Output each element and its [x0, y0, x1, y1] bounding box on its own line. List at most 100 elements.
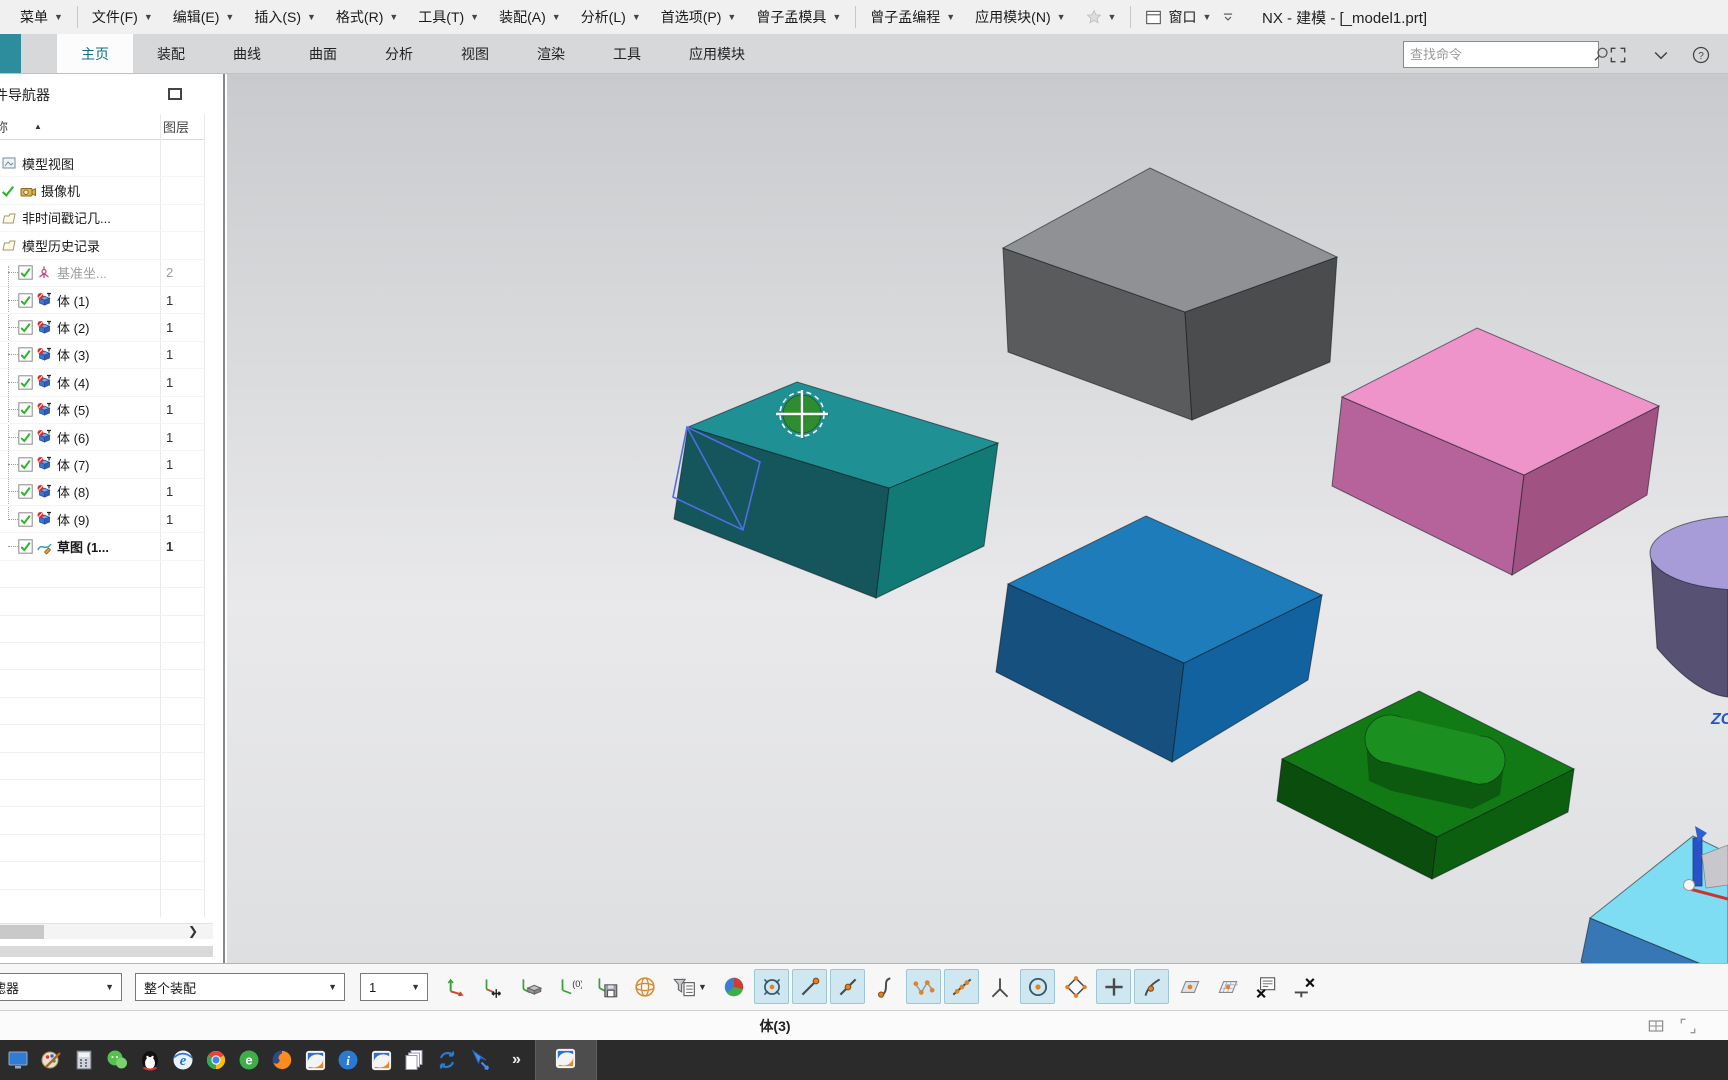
snap-clear-icon[interactable] — [1286, 969, 1321, 1004]
taskbar-icon-firefox[interactable] — [268, 1043, 296, 1077]
menu-item-首选项(P)[interactable]: 首选项(P) ▼ — [651, 0, 747, 34]
taskbar-overflow-chevrons[interactable]: » — [512, 1051, 521, 1069]
type-filter-icon[interactable]: ▼ — [665, 969, 713, 1004]
selection-scope-dropdown[interactable]: 整个装配 ▼ — [135, 973, 345, 1001]
menu-item-菜单[interactable]: 菜单 ▼ — [10, 0, 73, 34]
taskbar-icon-calculator[interactable] — [70, 1043, 98, 1077]
menu-item-曾子孟模具[interactable]: 曾子孟模具 ▼ — [746, 0, 851, 34]
feature-checkbox[interactable] — [18, 375, 33, 390]
menu-item-编辑(E)[interactable]: 编辑(E) ▼ — [163, 0, 245, 34]
help-icon[interactable]: ? — [1688, 43, 1714, 67]
snap-bounded-grid-icon[interactable] — [1210, 969, 1245, 1004]
ribbon-collapse-icon[interactable] — [1221, 10, 1235, 24]
tab-应用模块[interactable]: 应用模块 — [665, 34, 769, 73]
tree-item-草图 (1...[interactable]: 草图 (1... 1 — [0, 533, 205, 561]
tree-item-体 (5)[interactable]: 体 (5) 1 — [0, 397, 205, 424]
menu-item-曾子孟编程[interactable]: 曾子孟编程 ▼ — [860, 0, 965, 34]
taskbar-icon-wechat[interactable] — [103, 1043, 131, 1077]
snap-point-on-curve-icon[interactable] — [1134, 969, 1169, 1004]
snap-point-icon[interactable] — [754, 969, 789, 1004]
graphics-viewport[interactable]: ZC — [227, 74, 1728, 963]
horizontal-scrollbar[interactable]: ❯ — [0, 923, 213, 939]
tree-item-体 (3)[interactable]: 体 (3) 1 — [0, 342, 205, 370]
taskbar-icon-ie[interactable]: e — [169, 1043, 197, 1077]
resize-corner-icon[interactable] — [1678, 1016, 1698, 1039]
csys-save-icon[interactable] — [589, 969, 624, 1004]
tab-渲染[interactable]: 渲染 — [513, 34, 589, 73]
csys-absolute-icon[interactable]: (0) — [551, 969, 586, 1004]
menu-item-工具(T)[interactable]: 工具(T) ▼ — [408, 0, 489, 34]
tab-工具[interactable]: 工具 — [589, 34, 665, 73]
taskbar-icon-cursor-tool[interactable] — [466, 1043, 494, 1077]
snap-arc-center-icon[interactable] — [1020, 969, 1055, 1004]
manipulator-z-post[interactable] — [1692, 837, 1703, 887]
feature-checkbox[interactable] — [18, 402, 33, 417]
panel-resize-grip[interactable] — [0, 946, 213, 957]
taskbar-icon-desktop[interactable] — [4, 1043, 32, 1077]
snap-dialog-icon[interactable] — [1248, 969, 1283, 1004]
snap-midpoint-icon[interactable] — [830, 969, 865, 1004]
tab-曲面[interactable]: 曲面 — [285, 34, 361, 73]
snap-endpoint-icon[interactable] — [792, 969, 827, 1004]
menu-item-装配(A)[interactable]: 装配(A) ▼ — [489, 0, 571, 34]
taskbar-icon-sync[interactable] — [433, 1043, 461, 1077]
fullscreen-icon[interactable] — [1605, 43, 1631, 67]
taskbar-active-app-nx[interactable] — [534, 1040, 597, 1080]
color-filter-pie-icon[interactable] — [716, 969, 751, 1004]
menu-item-window[interactable]: 窗口 ▼ — [1135, 0, 1245, 34]
float-panel-button[interactable] — [168, 88, 182, 100]
scrollbar-thumb[interactable] — [0, 925, 44, 939]
snap-quadrant-icon[interactable] — [1058, 969, 1093, 1004]
sort-ascending-icon[interactable]: ▲ — [34, 122, 42, 131]
tree-item-体 (6)[interactable]: 体 (6) 1 — [0, 424, 205, 452]
selection-filter-dropdown[interactable]: 滤器 ▼ — [0, 973, 122, 1001]
taskbar-icon-paint[interactable] — [37, 1043, 65, 1077]
tree-item-模型视图[interactable]: 模型视图 — [0, 150, 205, 178]
chevron-down-icon[interactable] — [1648, 43, 1674, 67]
snap-pole-icon[interactable] — [906, 969, 941, 1004]
tree-item-基准坐...[interactable]: 基准坐... 2 — [0, 260, 205, 287]
snap-existing-point-icon[interactable] — [1096, 969, 1131, 1004]
menu-item-文件(F)[interactable]: 文件(F) ▼ — [82, 0, 163, 34]
menu-item-分析(L)[interactable]: 分析(L) ▼ — [571, 0, 651, 34]
menu-item-插入(S)[interactable]: 插入(S) ▼ — [244, 0, 326, 34]
taskbar-icon-nx[interactable] — [301, 1043, 329, 1077]
feature-checkbox[interactable] — [18, 292, 33, 308]
feature-checkbox[interactable] — [18, 265, 33, 280]
tree-item-体 (7)[interactable]: 体 (7) 1 — [0, 451, 205, 479]
favorites-star-group[interactable]: ▼ — [1076, 0, 1127, 34]
menu-item-应用模块(N)[interactable]: 应用模块(N) ▼ — [965, 0, 1075, 34]
snap-tangent-icon[interactable] — [868, 969, 903, 1004]
tab-曲线[interactable]: 曲线 — [209, 34, 285, 73]
tab-装配[interactable]: 装配 — [133, 34, 209, 73]
feature-checkbox[interactable] — [18, 320, 33, 335]
feature-checkbox[interactable] — [18, 512, 33, 527]
tab-分析[interactable]: 分析 — [361, 34, 437, 73]
taskbar-icon-chrome[interactable] — [202, 1043, 230, 1077]
snap-point-on-face-icon[interactable] — [1172, 969, 1207, 1004]
tree-item-体 (2)[interactable]: 体 (2) 1 — [0, 314, 205, 342]
tree-item-体 (9)[interactable]: 体 (9) 1 — [0, 506, 205, 534]
taskbar-icon-browser-360[interactable]: e — [235, 1043, 263, 1077]
snap-intersection-icon[interactable] — [982, 969, 1017, 1004]
navigator-column-header[interactable]: 称 ▲ 图层 — [0, 114, 205, 140]
feature-checkbox[interactable] — [18, 347, 33, 363]
work-layer-dropdown[interactable]: 1 ▼ — [360, 973, 428, 1001]
tree-item-体 (8)[interactable]: 体 (8) 1 — [0, 479, 205, 507]
csys-dynamic-icon[interactable] — [475, 969, 510, 1004]
window-grid-icon[interactable] — [1646, 1016, 1666, 1039]
tree-item-模型历史记录[interactable]: 模型历史记录 — [0, 232, 205, 260]
search-input[interactable] — [1404, 47, 1592, 62]
wcs-display-icon[interactable] — [627, 969, 662, 1004]
taskbar-icon-documents[interactable] — [400, 1043, 428, 1077]
taskbar-icon-info[interactable]: i — [334, 1043, 362, 1077]
taskbar-icon-qq[interactable] — [136, 1043, 164, 1077]
feature-checkbox[interactable] — [18, 457, 33, 472]
feature-checkbox[interactable] — [18, 429, 33, 445]
csys-orient-icon[interactable] — [437, 969, 472, 1004]
menu-item-格式(R)[interactable]: 格式(R) ▼ — [326, 0, 408, 34]
tab-主页[interactable]: 主页 — [57, 34, 133, 73]
manipulator-origin-ball[interactable] — [1683, 879, 1695, 891]
tree-item-非时间戳记几...[interactable]: 非时间戳记几... — [0, 205, 205, 233]
feature-checkbox[interactable] — [18, 539, 33, 554]
